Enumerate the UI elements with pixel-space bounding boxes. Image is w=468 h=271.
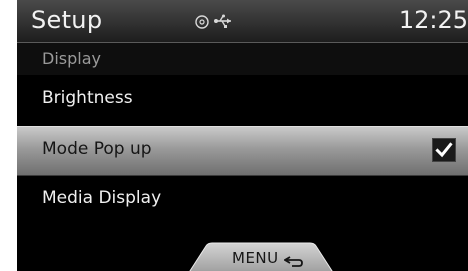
status-bar: Setup 12:25 xyxy=(17,0,468,43)
back-arrow-icon xyxy=(283,252,304,267)
menu-item-media-display[interactable]: Media Display xyxy=(17,176,468,224)
setup-screen: Setup 12:25 Display Brightness Mode Pop … xyxy=(17,0,468,271)
menu-button-label: MENU xyxy=(232,249,279,267)
mode-pop-up-checkbox[interactable] xyxy=(432,138,456,162)
checkmark-icon xyxy=(435,142,453,158)
menu-item-brightness[interactable]: Brightness xyxy=(17,76,468,124)
clock: 12:25 xyxy=(398,6,468,34)
disc-icon xyxy=(195,14,209,29)
screen-title: Setup xyxy=(31,6,103,34)
section-header: Display xyxy=(17,43,468,75)
menu-item-label: Brightness xyxy=(42,88,133,108)
menu-item-label: Media Display xyxy=(42,188,162,208)
menu-item-label: Mode Pop up xyxy=(42,139,152,159)
section-label: Display xyxy=(42,49,101,68)
menu-item-mode-pop-up[interactable]: Mode Pop up xyxy=(17,126,468,176)
menu-button[interactable]: MENU xyxy=(188,242,334,271)
usb-icon xyxy=(213,13,233,29)
